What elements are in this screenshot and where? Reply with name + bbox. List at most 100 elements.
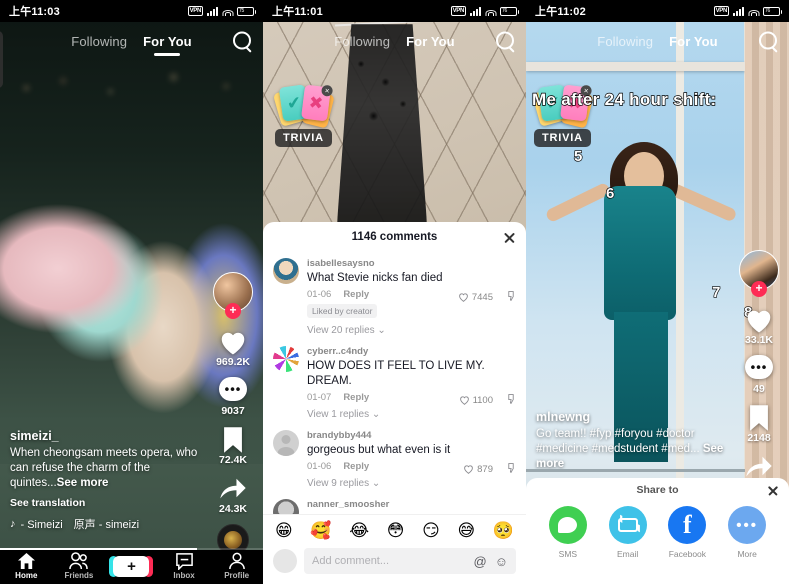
nav-create[interactable]: + xyxy=(108,555,154,577)
list-item: cyberr..c4ndy HOW DOES IT FEEL TO LIVE M… xyxy=(273,340,516,424)
avatar[interactable] xyxy=(273,549,297,573)
nav-profile[interactable]: Profile xyxy=(214,552,260,580)
vpn-icon: VPN xyxy=(450,6,466,16)
reply-button[interactable]: Reply xyxy=(343,289,369,300)
share-sheet: Share to SMS Email f Facebook ••• More xyxy=(526,478,789,584)
music-row[interactable]: ♪ - Simeizi 原声 - simeizi xyxy=(10,516,205,532)
tiktok-feed-panel-2: 上午11:01 VPN 76 Following For You ✔ ✖ × T… xyxy=(263,0,526,584)
avatar[interactable]: + xyxy=(739,250,779,297)
comment-actions: 7445 xyxy=(458,288,516,306)
avatar[interactable] xyxy=(273,258,299,284)
caption-username[interactable]: simeizi_ xyxy=(10,429,205,443)
top-nav-3: Following For You xyxy=(526,22,789,60)
view-replies-link[interactable]: View 1 replies ⌄ xyxy=(307,409,516,420)
sms-icon xyxy=(548,506,587,544)
avatar[interactable] xyxy=(273,346,299,372)
battery-icon: 76 xyxy=(500,6,519,16)
reply-button[interactable]: Reply xyxy=(343,392,369,403)
close-icon[interactable] xyxy=(767,485,779,497)
comment-username[interactable]: nanner_smoosher xyxy=(307,499,516,510)
list-item: nanner_smoosher xyxy=(273,493,516,514)
see-translation-link[interactable]: See translation xyxy=(10,497,205,509)
follow-plus-icon[interactable]: + xyxy=(225,303,241,319)
avatar[interactable] xyxy=(273,430,299,456)
follow-plus-icon[interactable]: + xyxy=(751,281,767,297)
dislike-button[interactable] xyxy=(506,391,516,409)
tab-for-you[interactable]: For You xyxy=(669,34,718,49)
emoji-sweat-smile[interactable]: 😅 xyxy=(457,522,475,539)
like-button[interactable]: 879 xyxy=(463,464,493,475)
comment-date: 01-07 xyxy=(307,392,332,403)
like-button[interactable]: 7445 xyxy=(458,292,493,303)
dislike-button[interactable] xyxy=(506,460,516,478)
share-more[interactable]: ••• More xyxy=(721,506,773,559)
mention-icon[interactable]: @ xyxy=(474,555,487,568)
tab-following[interactable]: Following xyxy=(71,34,127,49)
comment-username[interactable]: brandybby444 xyxy=(307,430,516,441)
close-icon[interactable] xyxy=(503,231,516,244)
comment-button[interactable]: ••• 49 xyxy=(735,355,783,395)
search-input[interactable]: Add comment... @ ☺ xyxy=(304,548,516,574)
reply-button[interactable]: Reply xyxy=(343,461,369,472)
search-icon[interactable] xyxy=(233,31,252,51)
avatar[interactable] xyxy=(273,499,299,514)
wifi-icon xyxy=(485,7,496,16)
tab-following[interactable]: Following xyxy=(334,34,390,49)
comment-body: nanner_smoosher xyxy=(307,499,516,514)
vpn-icon: VPN xyxy=(713,6,729,16)
search-icon[interactable] xyxy=(759,31,778,51)
emoji-grin[interactable]: 😁 xyxy=(275,522,293,539)
tab-for-you[interactable]: For You xyxy=(406,34,455,49)
share-email-label: Email xyxy=(616,549,639,559)
thumbs-down-icon xyxy=(508,291,514,302)
tab-following[interactable]: Following xyxy=(597,34,653,49)
emoji-flushed[interactable]: 😳 xyxy=(387,522,405,539)
search-icon[interactable] xyxy=(496,31,515,51)
emoji-joy[interactable]: 😂 xyxy=(349,522,369,539)
view-replies-label: View 20 replies xyxy=(307,325,375,336)
emoji-hearts[interactable]: 🥰 xyxy=(310,522,331,539)
nav-inbox[interactable]: Inbox xyxy=(161,552,207,580)
see-more-link[interactable]: See more xyxy=(57,477,109,489)
emoji-pleading[interactable]: 🥺 xyxy=(493,522,514,539)
share-button[interactable]: 24.3K xyxy=(209,475,257,515)
balcony-rail xyxy=(526,469,745,472)
nav-home[interactable]: Home xyxy=(3,552,49,580)
emoji-picker-icon[interactable]: ☺ xyxy=(495,555,508,568)
person-scrubs-top xyxy=(604,186,676,320)
like-button[interactable]: 1100 xyxy=(459,395,493,406)
caption-username[interactable]: mlnewng xyxy=(536,410,731,424)
share-email[interactable]: Email xyxy=(602,506,654,559)
comment-list[interactable]: isabellesaysno What Stevie nicks fan die… xyxy=(263,252,526,514)
comment-button[interactable]: ••• 9037 xyxy=(209,377,257,417)
status-bar-1: 上午11:03 VPN 75 xyxy=(0,0,263,22)
comment-username[interactable]: cyberr..c4ndy xyxy=(307,346,516,357)
share-sms[interactable]: SMS xyxy=(542,506,594,559)
share-facebook[interactable]: f Facebook xyxy=(662,506,714,559)
view-replies-label: View 1 replies xyxy=(307,409,370,420)
status-bar-2: 上午11:01 VPN 76 xyxy=(263,0,526,22)
tiktok-feed-panel-3: 上午11:02 VPN 76 Following For You Me afte… xyxy=(526,0,789,584)
avatar[interactable]: + xyxy=(213,272,253,319)
dislike-button[interactable] xyxy=(506,288,516,306)
emoji-smirk[interactable]: 😏 xyxy=(422,522,440,539)
bookmark-button[interactable]: 2148 xyxy=(735,404,783,444)
plus-icon[interactable]: + xyxy=(109,555,154,577)
bookmark-button[interactable]: 72.4K xyxy=(209,426,257,466)
trivia-sticker-2[interactable]: ✔ ✖ × TRIVIA xyxy=(272,84,335,147)
battery-icon: 76 xyxy=(763,6,782,16)
comment-actions: 1100 xyxy=(459,391,516,409)
like-button[interactable]: 33.1K xyxy=(735,306,783,346)
wifi-icon xyxy=(748,7,759,16)
view-replies-link[interactable]: View 20 replies ⌄ xyxy=(307,325,516,336)
tab-for-you[interactable]: For You xyxy=(143,34,192,49)
comment-meta: 01-06 Reply 879 xyxy=(307,461,516,475)
like-count: 7445 xyxy=(471,291,493,303)
comments-sheet: 1146 comments isabellesaysno What Stevie… xyxy=(263,222,526,584)
caption-body: Go team!! #fyp #foryou #doctor #medicine… xyxy=(536,428,700,455)
like-button[interactable]: 969.2K xyxy=(209,328,257,368)
action-rail-3: + 33.1K ••• 49 2148 xyxy=(735,250,783,502)
view-replies-link[interactable]: View 9 replies ⌄ xyxy=(307,478,516,489)
comment-username[interactable]: isabellesaysno xyxy=(307,258,516,269)
nav-friends[interactable]: Friends xyxy=(56,552,102,580)
